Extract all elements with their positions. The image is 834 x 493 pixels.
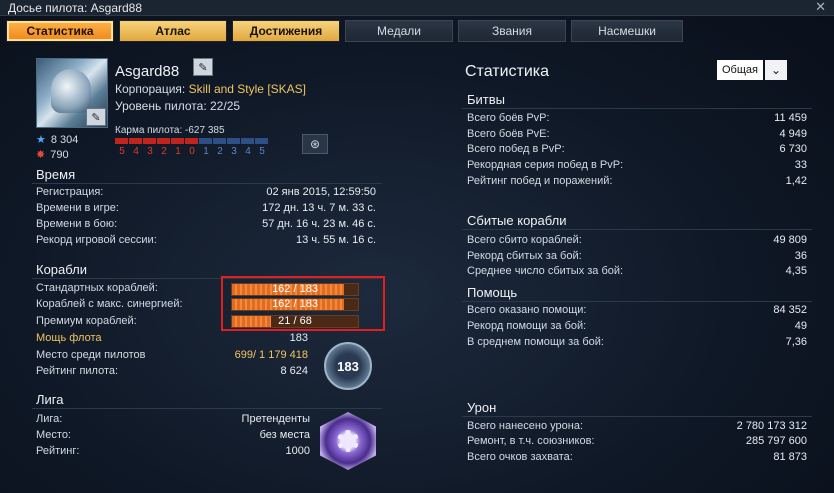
tab-statistics[interactable]: Статистика	[6, 20, 114, 42]
pilot-dossier-window: Досье пилота: Asgard88 ✕ Статистика Атла…	[0, 0, 834, 493]
tab-achievements[interactable]: Достижения	[232, 20, 340, 42]
karma-num: 3	[147, 146, 153, 157]
damage-heading: Урон	[467, 400, 497, 415]
damage-row: Всего нанесено урона: 2 780 173 312	[467, 420, 807, 432]
close-icon[interactable]: ✕	[815, 0, 826, 15]
kills-row: Среднее число сбитых за бой: 4,35	[467, 265, 807, 277]
time-row: Регистрация: 02 янв 2015, 12:59:50	[36, 186, 376, 198]
divider	[462, 416, 812, 417]
battles-row: Рекордная серия побед в PvP: 33	[467, 159, 807, 171]
corp-value[interactable]: Skill and Style [SKAS]	[189, 82, 306, 96]
damage-row: Ремонт, в т.ч. союзников: 285 797 600	[467, 435, 807, 447]
kills-heading: Сбитые корабли	[467, 213, 567, 228]
damage-row: Всего очков захвата: 81 873	[467, 451, 807, 463]
ships-heading: Корабли	[36, 262, 87, 277]
fleet-power-row: Мощь флота 183	[36, 332, 308, 344]
karma-num: 0	[189, 146, 195, 157]
battles-row: Всего боёв PvP: 11 459	[467, 112, 807, 124]
rank-badge: 183	[324, 342, 372, 390]
highlight-box	[221, 276, 385, 331]
karma-num: 2	[217, 146, 223, 157]
burst-icon: ✸	[36, 149, 46, 161]
league-row: Лига: Претенденты	[36, 413, 310, 425]
karma-bar	[115, 138, 268, 144]
battles-row: Всего боёв PvE: 4 949	[467, 128, 807, 140]
stars-value: 8 304	[50, 133, 79, 146]
shield-stat: ✸ 790	[36, 148, 69, 162]
karma-num: 1	[175, 146, 181, 157]
divider	[462, 301, 812, 302]
karma-num: 4	[245, 146, 251, 157]
divider	[32, 408, 382, 409]
shield-value: 790	[50, 148, 69, 161]
kills-row: Всего сбито кораблей: 49 809	[467, 234, 807, 246]
edit-name-button[interactable]: ✎	[193, 58, 213, 76]
assist-row: В среднем помощи за бой: 7,36	[467, 336, 807, 348]
time-row: Времени в игре: 172 дн. 13 ч. 7 м. 33 с.	[36, 202, 376, 214]
ships-row: Стандартных кораблей:	[36, 282, 158, 294]
tab-taunts[interactable]: Насмешки	[571, 20, 683, 42]
divider	[462, 108, 812, 109]
karma-info-button[interactable]: ⊛	[302, 134, 328, 154]
time-row: Рекорд игровой сессии: 13 ч. 55 м. 16 с.	[36, 234, 376, 246]
karma-num: 1	[203, 146, 209, 157]
pilot-level: Уровень пилота: 22/25	[115, 99, 241, 113]
tab-ranks[interactable]: Звания	[458, 20, 566, 42]
divider	[32, 183, 382, 184]
time-heading: Время	[36, 167, 76, 182]
corporation: Корпорация: Skill and Style [SKAS]	[115, 82, 306, 96]
divider	[462, 229, 812, 230]
assist-heading: Помощь	[467, 285, 518, 300]
karma-num: 3	[231, 146, 237, 157]
tab-atlas[interactable]: Атлас	[119, 20, 227, 42]
ships-row: Премиум кораблей:	[36, 315, 137, 327]
league-row: Место: без места	[36, 429, 310, 441]
ships-row: Кораблей с макс. синергией:	[36, 298, 183, 310]
league-heading: Лига	[36, 392, 64, 407]
edit-avatar-button[interactable]: ✎	[86, 108, 106, 126]
league-badge	[320, 412, 376, 470]
karma-label: Карма пилота: -627 385	[115, 125, 225, 136]
assist-row: Рекорд помощи за бой: 49	[467, 320, 807, 332]
chevron-down-icon[interactable]: ⌄	[765, 60, 787, 80]
window-title: Досье пилота: Asgard88	[8, 1, 143, 15]
statistics-title: Статистика	[465, 63, 550, 80]
karma-num: 2	[161, 146, 167, 157]
karma-num: 5	[259, 146, 265, 157]
karma-num: 4	[133, 146, 139, 157]
stats-mode-value[interactable]: Общая	[717, 60, 763, 80]
helmet-icon	[51, 69, 91, 113]
rating-row: Рейтинг пилота: 8 624	[36, 365, 308, 377]
pilot-name: Asgard88	[115, 63, 180, 80]
kills-row: Рекорд сбитых за бой: 36	[467, 250, 807, 262]
place-row: Место среди пилотов 699/ 1 179 418	[36, 349, 308, 361]
tab-medals[interactable]: Медали	[345, 20, 453, 42]
gear-icon	[337, 430, 359, 452]
time-row: Времени в бою: 57 дн. 16 ч. 23 м. 46 с.	[36, 218, 376, 230]
karma-scale: 5 4 3 2 1 0 1 2 3 4 5	[115, 146, 269, 157]
karma-num: 5	[119, 146, 125, 157]
battles-row: Рейтинг побед и поражений: 1,42	[467, 175, 807, 187]
fleet-power-link[interactable]: Мощь флота	[36, 332, 102, 344]
assist-row: Всего оказано помощи: 84 352	[467, 304, 807, 316]
stats-mode-select[interactable]: Общая ⌄	[717, 60, 787, 80]
league-row: Рейтинг: 1000	[36, 445, 310, 457]
stars-stat: ★ 8 304	[36, 133, 79, 147]
battles-heading: Битвы	[467, 92, 505, 107]
corp-label: Корпорация:	[115, 82, 189, 96]
battles-row: Всего побед в PvP: 6 730	[467, 143, 807, 155]
star-icon: ★	[36, 134, 46, 146]
title-bar: Досье пилота: Asgard88 ✕	[0, 0, 834, 16]
